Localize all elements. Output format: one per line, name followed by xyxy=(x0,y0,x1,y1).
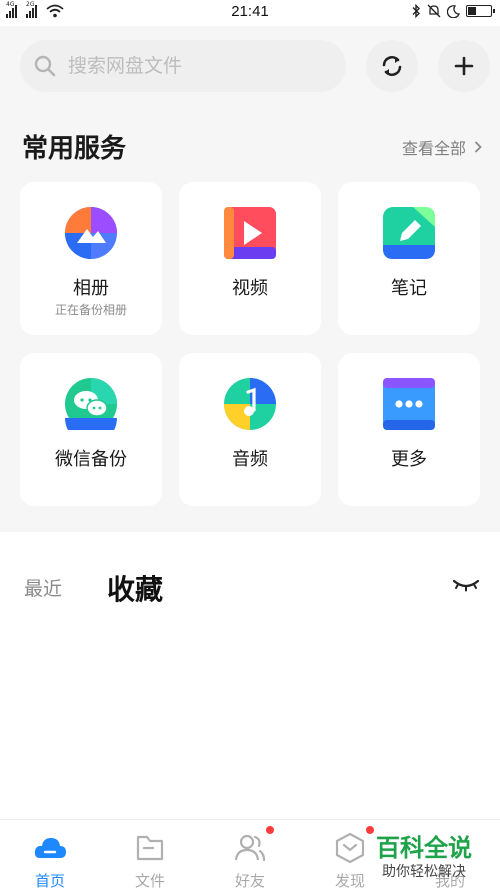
view-all-label: 查看全部 xyxy=(401,139,466,158)
cloud-home-icon xyxy=(34,838,66,858)
nav-friends[interactable]: 好友 xyxy=(200,820,300,889)
watermark-subtitle: 助你轻松解决 xyxy=(382,864,466,880)
nav-home[interactable]: 首页 xyxy=(0,820,100,889)
discover-icon xyxy=(335,832,365,864)
audio-icon xyxy=(224,378,276,430)
bluetooth-icon xyxy=(412,4,420,18)
nav-label: 首页 xyxy=(34,872,65,889)
nav-files[interactable]: 文件 xyxy=(100,820,200,889)
service-card-video[interactable]: 视频 xyxy=(179,182,321,335)
moon-icon xyxy=(447,4,460,18)
service-card-label: 笔记 xyxy=(391,278,427,299)
service-card-notes[interactable]: 笔记 xyxy=(338,182,480,335)
silent-bell-icon xyxy=(427,4,441,18)
search-input[interactable] xyxy=(68,55,308,77)
photo-album-icon xyxy=(65,207,117,259)
service-card-label: 音频 xyxy=(232,449,268,470)
service-card-label: 视频 xyxy=(232,278,268,299)
search-bar[interactable] xyxy=(20,40,346,92)
section-title: 常用服务 xyxy=(22,134,127,164)
watermark: 百科全说 助你轻松解决 xyxy=(372,828,500,889)
eye-closed-icon[interactable] xyxy=(452,575,480,593)
battery-icon xyxy=(466,5,495,17)
view-all-link[interactable]: 查看全部 xyxy=(402,135,482,159)
tab-recent[interactable]: 最近 xyxy=(24,574,62,601)
nav-label: 文件 xyxy=(134,872,165,889)
notes-icon xyxy=(383,207,435,259)
status-icons xyxy=(411,4,495,18)
service-card-subtitle: 正在备份相册 xyxy=(54,303,127,317)
status-bar: 4G 2G 21:41 xyxy=(0,0,500,26)
more-icon xyxy=(383,378,435,430)
service-card-more[interactable]: 更多 xyxy=(338,353,480,506)
wechat-backup-icon xyxy=(65,378,117,430)
service-card-wechat-backup[interactable]: 微信备份 xyxy=(20,353,162,506)
folder-icon xyxy=(136,835,164,861)
chevron-right-icon xyxy=(474,141,482,153)
plus-icon xyxy=(454,56,474,76)
service-card-label: 相册 xyxy=(73,278,109,299)
watermark-title: 百科全说 xyxy=(376,834,472,862)
nav-label: 好友 xyxy=(234,872,265,889)
service-card-label: 更多 xyxy=(391,449,427,470)
search-icon xyxy=(34,55,56,77)
add-button[interactable] xyxy=(438,40,490,92)
sync-button[interactable] xyxy=(366,40,418,92)
video-icon xyxy=(224,207,276,259)
service-card-label: 微信备份 xyxy=(55,449,127,470)
notification-badge xyxy=(266,826,274,834)
friends-icon xyxy=(234,834,266,862)
tab-favorites[interactable]: 收藏 xyxy=(107,568,163,608)
service-card-album[interactable]: 相册 正在备份相册 xyxy=(20,182,162,335)
service-card-audio[interactable]: 音频 xyxy=(179,353,321,506)
sync-icon xyxy=(382,56,402,76)
